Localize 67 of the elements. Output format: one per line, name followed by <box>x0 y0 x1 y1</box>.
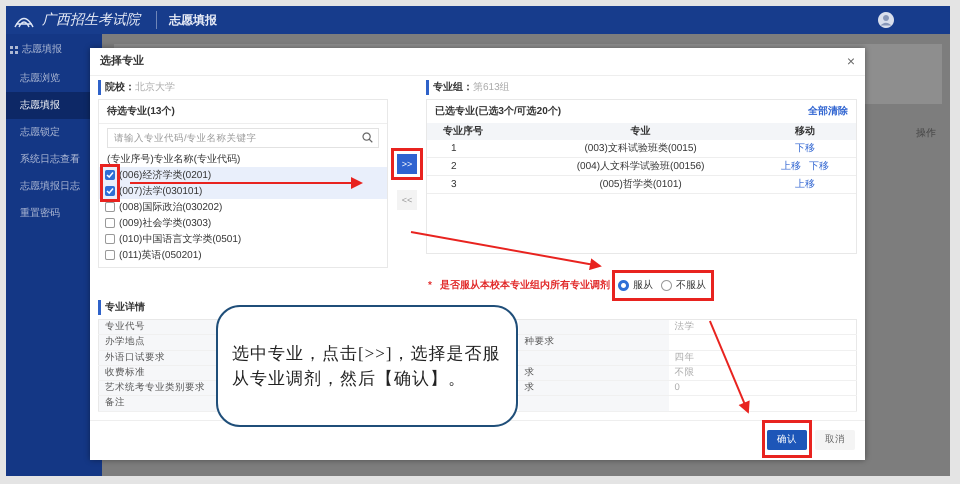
radio-option[interactable]: 不服从 <box>660 278 706 293</box>
move-button[interactable]: >> <box>397 154 417 174</box>
avatar-icon[interactable] <box>878 12 894 28</box>
table-cell: 1 <box>427 140 527 158</box>
list-header: (专业序号)专业名称(专业代码) <box>106 152 242 167</box>
group-label: 专业组：第613组 <box>426 80 857 95</box>
list-item[interactable]: (010)中国语言文学类(0501) <box>99 231 387 247</box>
field-label: 备注 <box>98 396 216 411</box>
checkbox[interactable] <box>105 218 115 228</box>
radio-button[interactable] <box>618 280 629 291</box>
table-cell: 2 <box>427 158 527 176</box>
list-item[interactable]: (006)经济学类(0201) <box>99 167 387 183</box>
list-item[interactable]: (011)英语(050201) <box>99 247 387 263</box>
checkbox[interactable] <box>105 250 115 260</box>
field-label: 外语口试要求 <box>98 350 216 366</box>
column-header: 专业 <box>526 123 754 140</box>
panel-title: 待选专业(13个) <box>99 100 387 124</box>
grid-icon <box>10 46 18 54</box>
confirm-button[interactable]: 确认 <box>767 430 807 450</box>
column-header: 移动 <box>754 123 856 140</box>
checkbox[interactable] <box>105 234 115 244</box>
move-link[interactable]: 下移 <box>809 161 830 172</box>
move-link[interactable]: 上移 <box>795 179 816 190</box>
header-title: 志愿填报 <box>156 11 217 29</box>
checkbox[interactable] <box>105 202 115 212</box>
radio-option[interactable]: 服从 <box>618 278 653 293</box>
column-header: 专业序号 <box>427 123 527 140</box>
field-value: 四年 <box>674 352 694 362</box>
highlight-frame <box>100 164 120 202</box>
field-label: 艺术统考专业类别要求 <box>98 380 216 396</box>
table-cell: (005)哲学类(0101) <box>526 176 754 194</box>
search-icon[interactable] <box>362 132 373 143</box>
field-label: 求 <box>524 366 534 378</box>
list-item[interactable]: (007)法学(030101) <box>99 183 387 199</box>
highlight-frame <box>391 148 423 180</box>
table-cell: 3 <box>427 176 527 194</box>
field-value: 法学 <box>674 321 694 332</box>
list-item[interactable]: (008)国际政治(030202) <box>99 199 387 215</box>
table-cell: (004)人文科学试验班(00156) <box>526 158 754 176</box>
move-link[interactable]: 上移 <box>781 161 802 172</box>
required-mark: * <box>428 279 432 293</box>
field-value: 不限 <box>674 366 694 378</box>
field-label: 求 <box>524 382 534 393</box>
list-item[interactable]: (009)社会学类(0303) <box>99 215 387 231</box>
callout-text: 选中专业，点击[>>]，选择是否服从专业调剂，然后【确认】。 <box>232 342 502 390</box>
panel-title: 已选专业(已选3个/可选20个) <box>435 104 562 119</box>
field-value: 0 <box>674 382 680 393</box>
field-label: 办学地点 <box>98 334 216 350</box>
field-label: 种要求 <box>524 336 554 348</box>
sidebar-title: 志愿填报 <box>22 42 62 57</box>
logo-text: 广西招生考试院 <box>42 11 140 30</box>
close-button[interactable]: × <box>846 51 855 72</box>
field-label: 收费标准 <box>98 365 216 380</box>
column-header: 操作 <box>916 127 936 141</box>
search-field[interactable]: 请输入专业代码/专业名称关键字 <box>107 128 379 148</box>
checkbox[interactable] <box>105 170 115 180</box>
adjust-question: 是否服从本校本专业组内所有专业调剂 <box>440 278 610 293</box>
highlight-frame <box>762 420 812 458</box>
clear-all-link[interactable]: 全部清除 <box>808 104 848 119</box>
school-label: 院校：北京大学 <box>98 80 388 95</box>
cancel-button[interactable]: 取消 <box>815 430 855 450</box>
move-link[interactable]: 下移 <box>795 143 816 154</box>
dialog-title: 选择专业 <box>100 54 144 70</box>
checkbox[interactable] <box>105 186 115 196</box>
radio-button[interactable] <box>660 280 672 291</box>
table-cell: (003)文科试验班类(0015) <box>526 140 754 158</box>
field-label: 专业代号 <box>98 320 216 335</box>
